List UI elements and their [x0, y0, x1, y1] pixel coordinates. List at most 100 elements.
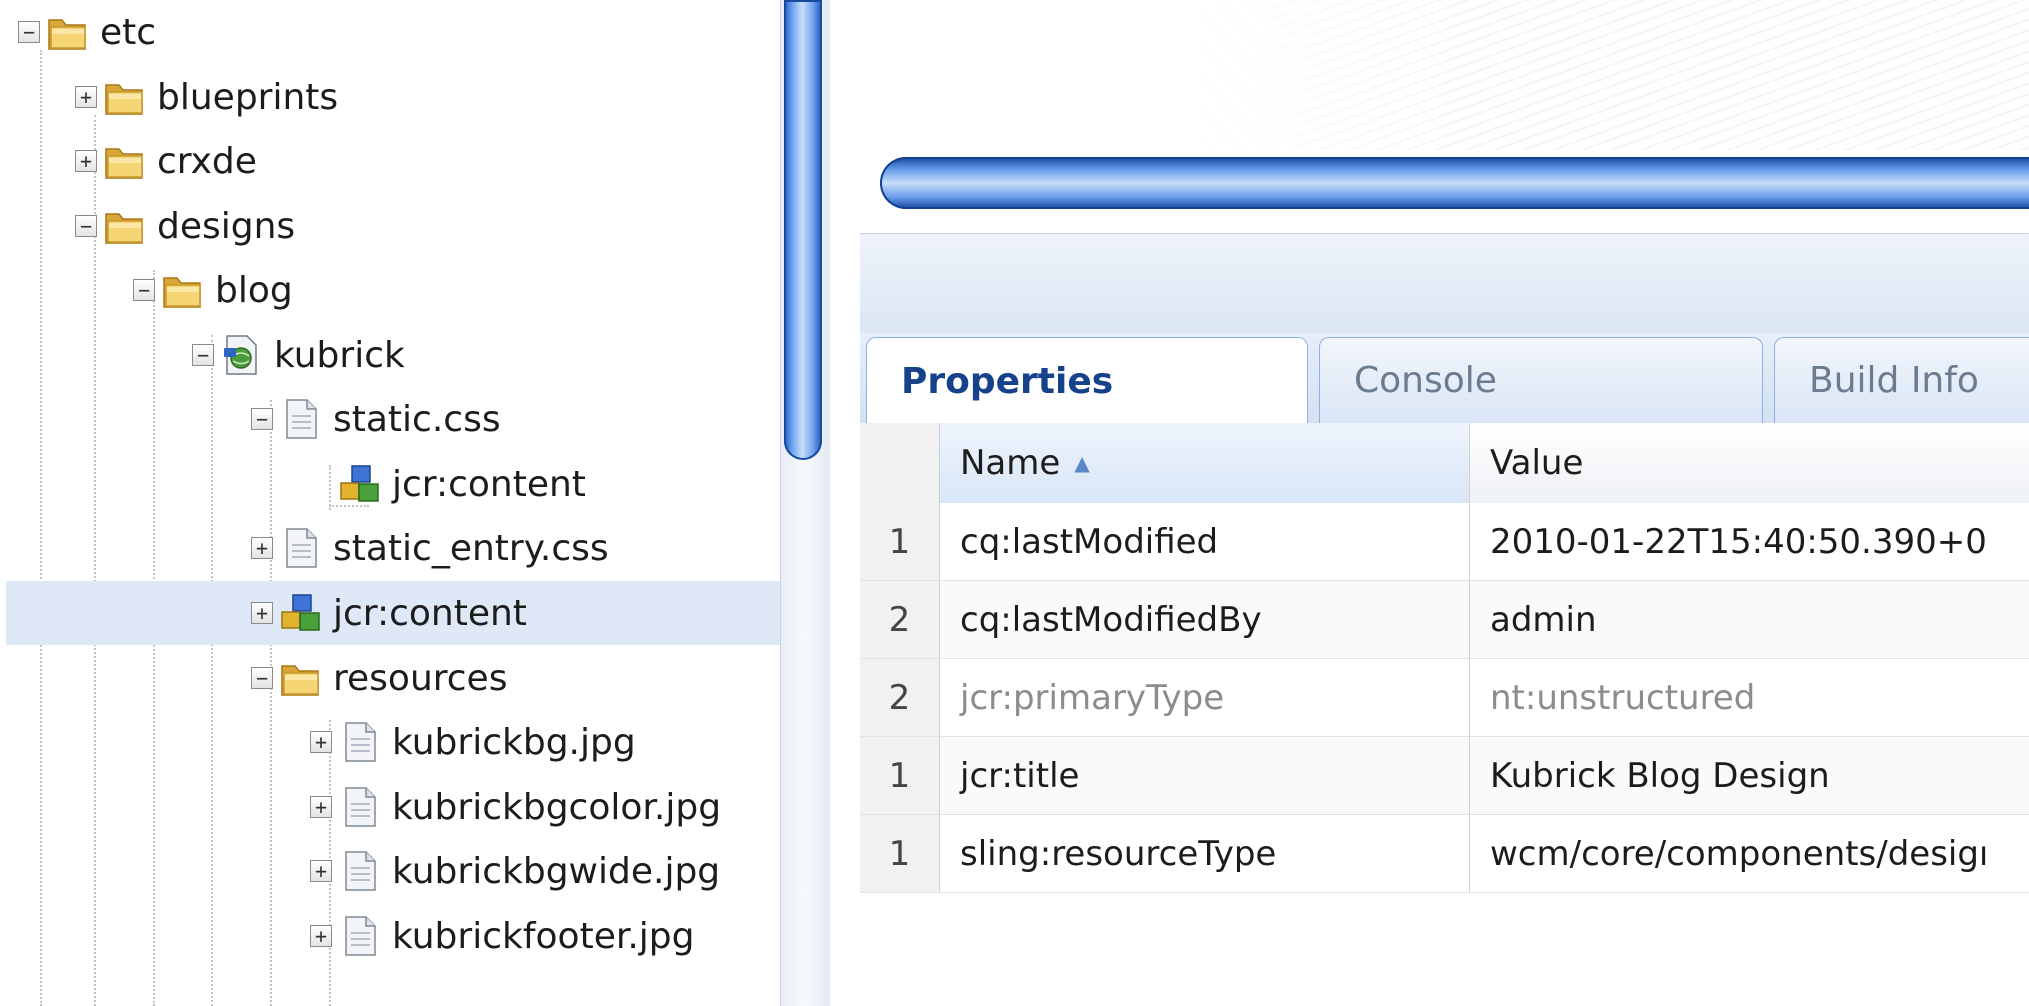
tree-node[interactable]: + kubrickbgcolor.jpg [310, 775, 721, 839]
table-row[interactable]: 2 cq:lastModifiedBy admin [860, 581, 2029, 659]
tree-node-label: blog [215, 269, 293, 311]
tree-node-label: kubrickbg.jpg [392, 721, 636, 763]
folder-icon [103, 139, 147, 183]
tree-node-label: designs [157, 205, 296, 247]
node-icon [279, 591, 323, 635]
expand-icon[interactable]: + [310, 860, 332, 882]
table-row[interactable]: 1 cq:lastModified 2010-01-22T15:40:50.390+… [860, 503, 2029, 581]
folder-icon [103, 75, 147, 119]
table-row[interactable]: 1 jcr:title Kubrick Blog Design [860, 737, 2029, 815]
row-number-cell: 2 [860, 581, 940, 658]
expand-icon[interactable]: + [251, 602, 273, 624]
expand-icon[interactable]: + [310, 925, 332, 947]
row-number-cell: 1 [860, 503, 940, 580]
tree-node[interactable]: − etc [18, 0, 156, 64]
tree-node[interactable]: − resources [251, 646, 507, 710]
tree-node-label: crxde [157, 140, 257, 182]
tab-properties-label: Properties [901, 360, 1114, 402]
tree-node[interactable]: + kubrickbg.jpg [310, 710, 636, 774]
tree-node-label: etc [100, 11, 157, 53]
property-name-cell: jcr:primaryType [940, 659, 1470, 736]
row-number-cell: 1 [860, 815, 940, 892]
expand-icon[interactable]: + [75, 86, 97, 108]
tree-node[interactable]: + jcr:content [6, 581, 780, 645]
grid-header-row: Name ▲ Value [860, 423, 2029, 504]
tree-node[interactable]: jcr:content [310, 452, 586, 516]
tree-node[interactable]: − designs [75, 194, 295, 258]
tree-node[interactable]: + kubrickbgwide.jpg [310, 839, 720, 903]
file-icon [338, 720, 382, 764]
name-column-header-label: Name [960, 443, 1061, 483]
expand-icon[interactable]: + [310, 796, 332, 818]
property-value-cell[interactable]: Kubrick Blog Design [1470, 737, 2029, 814]
repository-tree: − etc + blueprints + crxde − designs − blog − kubri… [0, 0, 780, 1006]
collapse-icon[interactable]: − [251, 408, 273, 430]
tree-node-label: kubrickbgwide.jpg [392, 850, 721, 892]
details-panel: Properties Console Build Info Name ▲ Val… [830, 0, 2029, 1006]
tree-node-label: blueprints [157, 76, 339, 118]
name-column-header[interactable]: Name ▲ [940, 423, 1470, 503]
tree-node[interactable]: − kubrick [192, 323, 405, 387]
tree-connector [211, 335, 213, 1006]
file-icon [338, 849, 382, 893]
tab-console-label: Console [1354, 360, 1497, 401]
expand-icon[interactable]: + [310, 731, 332, 753]
tree-node[interactable]: − static.css [251, 387, 501, 451]
tree-vertical-scrollbar[interactable] [784, 0, 822, 460]
collapse-icon[interactable]: − [251, 667, 273, 689]
value-column-header[interactable]: Value [1470, 423, 2029, 503]
property-name-cell: jcr:title [940, 737, 1470, 814]
tab-build-info[interactable]: Build Info [1774, 337, 2029, 423]
node-icon [338, 462, 382, 506]
collapse-icon[interactable]: − [192, 344, 214, 366]
expand-icon[interactable]: + [251, 537, 273, 559]
tree-node-label: static.css [333, 398, 501, 440]
row-number-header [860, 423, 940, 503]
table-row[interactable]: 2 jcr:primaryType nt:unstructured [860, 659, 2029, 737]
property-name-cell: cq:lastModifiedBy [940, 581, 1470, 658]
value-column-header-label: Value [1490, 443, 1584, 483]
tab-build-info-label: Build Info [1809, 360, 1979, 401]
tree-node-label: static_entry.css [333, 527, 609, 569]
tree-node-label: jcr:content [392, 463, 586, 505]
tree-node[interactable]: + static_entry.css [251, 516, 609, 580]
folder-icon [161, 268, 205, 312]
horizontal-scrollbar[interactable] [880, 157, 2029, 209]
table-row[interactable]: 1 sling:resourceType wcm/core/components/d… [860, 815, 2029, 893]
tree-node-label: resources [333, 657, 508, 699]
folder-icon [46, 10, 90, 54]
tree-node-label: jcr:content [333, 592, 527, 634]
toolbar-band [860, 233, 2029, 335]
row-number-cell: 1 [860, 737, 940, 814]
tree-node-label: kubrickbgcolor.jpg [392, 786, 722, 828]
tree-node[interactable]: + blueprints [75, 65, 338, 129]
tab-properties[interactable]: Properties [866, 337, 1308, 424]
row-number-cell: 2 [860, 659, 940, 736]
folder-icon [103, 204, 147, 248]
property-value-cell[interactable]: 2010-01-22T15:40:50.390+0 [1470, 503, 2029, 580]
page-icon [220, 333, 264, 377]
tree-node-label: kubrick [274, 334, 405, 376]
collapse-icon[interactable]: − [18, 21, 40, 43]
collapse-icon[interactable]: − [133, 279, 155, 301]
tab-strip: Properties Console Build Info [860, 333, 2029, 424]
property-value-cell[interactable]: admin [1470, 581, 2029, 658]
collapse-icon[interactable]: − [75, 215, 97, 237]
property-value-cell[interactable]: wcm/core/components/desigı [1470, 815, 2029, 892]
tree-node-label: kubrickfooter.jpg [392, 915, 695, 957]
property-value-cell[interactable]: nt:unstructured [1470, 659, 2029, 736]
tree-node[interactable]: − blog [133, 258, 293, 322]
tab-console[interactable]: Console [1319, 337, 1763, 423]
property-name-cell: cq:lastModified [940, 503, 1470, 580]
file-icon [279, 397, 323, 441]
tree-connector [40, 50, 42, 1006]
file-icon [338, 785, 382, 829]
tree-node[interactable]: + crxde [75, 129, 257, 193]
folder-icon [279, 656, 323, 700]
sort-ascending-icon: ▲ [1074, 451, 1090, 475]
property-name-cell: sling:resourceType [940, 815, 1470, 892]
expand-icon[interactable]: + [75, 150, 97, 172]
file-icon [338, 914, 382, 958]
file-icon [279, 526, 323, 570]
tree-node[interactable]: + kubrickfooter.jpg [310, 904, 694, 968]
